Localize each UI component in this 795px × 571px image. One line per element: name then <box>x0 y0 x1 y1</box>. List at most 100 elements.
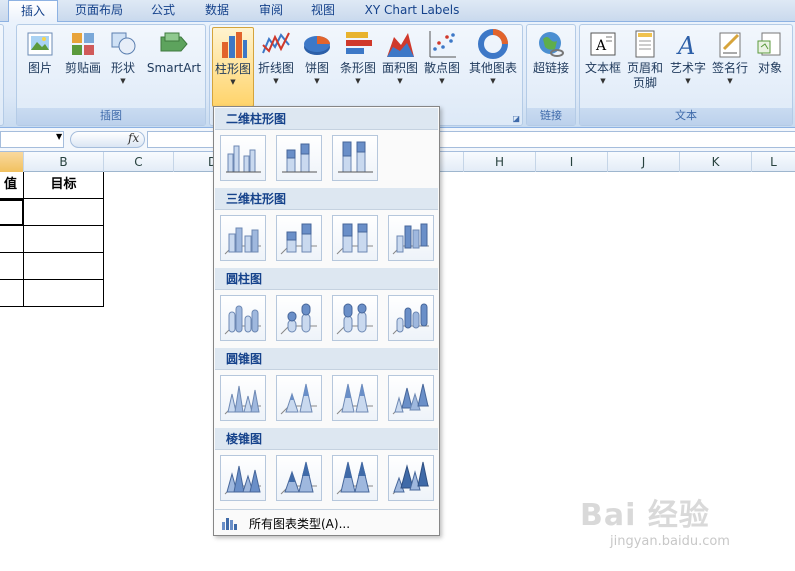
column-header-k[interactable]: K <box>680 152 752 172</box>
bar-chart-button[interactable]: 条形图 ▼ <box>338 27 378 107</box>
tab-data[interactable]: 数据 <box>192 0 242 22</box>
clustered-column-option[interactable] <box>220 135 266 181</box>
chevron-down-icon: ▼ <box>439 77 445 85</box>
cell-a2-selected[interactable] <box>0 199 24 226</box>
tab-formulas[interactable]: 公式 <box>138 0 188 22</box>
3d-cylinder-option[interactable] <box>388 295 434 341</box>
svg-text:A: A <box>595 38 607 54</box>
100-stacked-cone-option[interactable] <box>332 375 378 421</box>
cell-b4[interactable] <box>24 253 104 280</box>
object-button[interactable]: 对象 <box>752 27 788 107</box>
3d-clustered-column-icon <box>224 227 261 255</box>
cell-b2[interactable] <box>24 199 104 226</box>
stacked-cone-option[interactable] <box>276 375 322 421</box>
100-stacked-pyramid-option[interactable] <box>332 455 378 501</box>
column-header-label: J <box>641 155 646 169</box>
group-label-illustrations: 插图 <box>17 108 205 125</box>
header-footer-label-2: 页脚 <box>632 76 657 90</box>
all-chart-types-item[interactable]: 所有图表类型(A)... <box>215 509 438 535</box>
group-label-text: 文本 <box>580 108 792 125</box>
scatter-chart-button[interactable]: 散点图 ▼ <box>422 27 462 107</box>
column-header-label: K <box>711 155 720 169</box>
stacked-cone-icon <box>280 383 317 415</box>
chevron-down-icon: ▼ <box>490 77 496 85</box>
3d-clustered-column-option[interactable] <box>220 215 266 261</box>
insert-function-icon[interactable]: fx <box>128 131 139 145</box>
chevron-down-icon[interactable]: ▼ <box>56 132 62 141</box>
cell-b1[interactable]: 目标 <box>24 172 104 199</box>
signature-icon <box>719 32 741 58</box>
scatter-chart-label: 散点图 <box>423 61 460 75</box>
baidu-watermark: Bai 经验 jingyan.baidu.com <box>580 490 780 560</box>
column-header-b[interactable]: B <box>24 152 104 172</box>
column-header-i[interactable]: I <box>536 152 608 172</box>
tab-view[interactable]: 视图 <box>298 0 348 22</box>
3d-stacked-column-option[interactable] <box>276 215 322 261</box>
column-header-c[interactable]: C <box>104 152 174 172</box>
clustered-cylinder-option[interactable] <box>220 295 266 341</box>
tab-label: 视图 <box>310 3 335 17</box>
chevron-down-icon: ▼ <box>273 77 279 85</box>
picture-button[interactable]: 图片 <box>21 27 59 107</box>
column-header-label: B <box>59 155 68 169</box>
column-header-h[interactable]: H <box>464 152 536 172</box>
textbox-button[interactable]: A 文本框 ▼ <box>582 27 624 107</box>
tab-insert[interactable]: 插入 <box>8 0 58 23</box>
stacked-pyramid-option[interactable] <box>276 455 322 501</box>
chevron-down-icon: ▼ <box>314 77 320 85</box>
cell-a4[interactable] <box>0 253 24 280</box>
clustered-pyramid-option[interactable] <box>220 455 266 501</box>
ribbon-group-tables <box>0 24 4 126</box>
cell-a3[interactable] <box>0 226 24 253</box>
clustered-cylinder-icon <box>224 305 261 335</box>
3d-column-option[interactable] <box>388 215 434 261</box>
pie-chart-button[interactable]: 饼图 ▼ <box>300 27 334 107</box>
bar-chart-label: 条形图 <box>339 61 376 75</box>
3d-pyramid-option[interactable] <box>388 455 434 501</box>
stacked-column-option[interactable] <box>276 135 322 181</box>
clipart-button[interactable]: 剪贴画 <box>63 27 103 107</box>
smartart-icon <box>160 32 188 52</box>
column-header-a[interactable] <box>0 152 24 172</box>
section-title-cone: 圆锥图 <box>215 348 438 370</box>
100-stacked-cylinder-option[interactable] <box>332 295 378 341</box>
signature-line-label: 签名行 <box>711 61 748 75</box>
header-footer-button[interactable]: 页眉和 页脚 <box>624 27 666 107</box>
watermark-brand: Bai 经验 <box>580 498 710 533</box>
cell-value: 目标 <box>50 177 77 192</box>
stacked-cylinder-option[interactable] <box>276 295 322 341</box>
tab-label: 审阅 <box>258 3 283 17</box>
tab-xy-chart-labels[interactable]: XY Chart Labels <box>352 0 472 22</box>
signature-line-button[interactable]: 签名行 ▼ <box>710 27 750 107</box>
cell-a5[interactable] <box>0 280 24 307</box>
column-header-l[interactable]: L <box>752 152 795 172</box>
shapes-button[interactable]: 形状 ▼ <box>105 27 141 107</box>
column-chart-label: 柱形图 <box>214 62 251 76</box>
cell-a1[interactable]: 值 <box>0 172 24 199</box>
area-chart-button[interactable]: 面积图 ▼ <box>380 27 420 107</box>
tab-review[interactable]: 审阅 <box>246 0 296 22</box>
tab-label: 页面布局 <box>74 3 123 17</box>
100-stacked-column-option[interactable] <box>332 135 378 181</box>
column-header-j[interactable]: J <box>608 152 680 172</box>
name-box[interactable] <box>0 131 64 148</box>
column-chart-button[interactable]: 柱形图 ▼ <box>212 27 254 107</box>
object-icon <box>757 32 781 56</box>
clustered-cone-option[interactable] <box>220 375 266 421</box>
all-chart-types-label: 所有图表类型(A)... <box>249 517 351 531</box>
clustered-pyramid-icon <box>224 465 261 495</box>
3d-cone-option[interactable] <box>388 375 434 421</box>
ribbon-tab-bar: 插入 页面布局 公式 数据 审阅 视图 XY Chart Labels <box>0 0 795 23</box>
smartart-button[interactable]: SmartArt <box>145 27 203 107</box>
hyperlink-button[interactable]: 超链接 <box>530 27 572 107</box>
3d-100-stacked-column-option[interactable] <box>332 215 378 261</box>
dialog-launcher-icon[interactable]: ◪ <box>512 114 520 123</box>
tab-page-layout[interactable]: 页面布局 <box>64 0 134 22</box>
column-header-label: C <box>134 155 143 169</box>
line-chart-button[interactable]: 折线图 ▼ <box>256 27 296 107</box>
line-chart-label: 折线图 <box>257 61 294 75</box>
cell-b5[interactable] <box>24 280 104 307</box>
other-charts-button[interactable]: 其他图表 ▼ <box>466 27 520 107</box>
wordart-button[interactable]: A 艺术字 ▼ <box>668 27 708 107</box>
cell-b3[interactable] <box>24 226 104 253</box>
